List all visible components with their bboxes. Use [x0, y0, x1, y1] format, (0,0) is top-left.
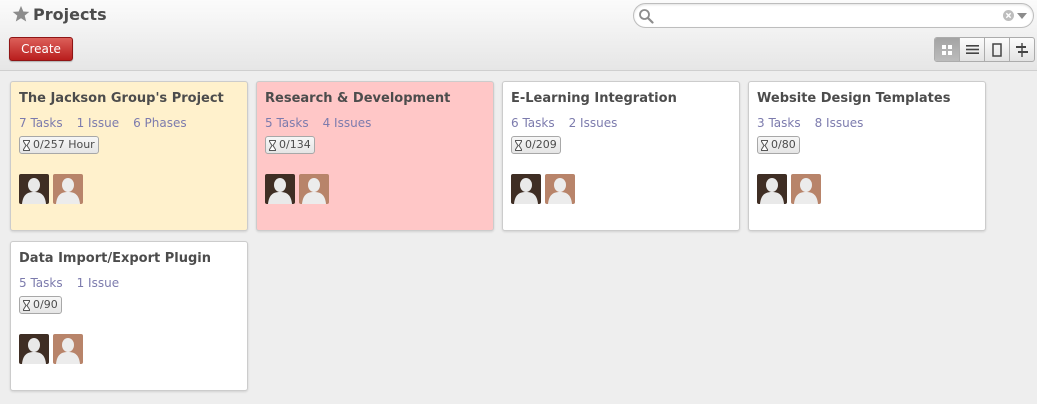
- project-name[interactable]: Data Import/Export Plugin: [19, 250, 211, 268]
- project-links: 6 Tasks 2 Issues: [511, 115, 631, 131]
- user-silhouette-icon: [19, 174, 49, 204]
- hours-value: 0/90: [33, 298, 58, 311]
- project-link[interactable]: 6 Phases: [133, 116, 187, 130]
- search-icon: [639, 9, 654, 24]
- star-icon[interactable]: [12, 5, 30, 23]
- search-box[interactable]: [633, 3, 1034, 28]
- create-button[interactable]: Create: [9, 37, 73, 61]
- avatar[interactable]: [19, 174, 49, 204]
- gantt-view-button[interactable]: [1009, 38, 1034, 61]
- form-icon: [992, 42, 1002, 57]
- project-link[interactable]: 4 Issues: [323, 116, 372, 130]
- avatar[interactable]: [53, 334, 83, 364]
- user-silhouette-icon: [791, 174, 821, 204]
- list-icon: [965, 45, 979, 54]
- project-card[interactable]: E-Learning Integration 6 Tasks 2 Issues 0…: [502, 81, 740, 231]
- avatar[interactable]: [545, 174, 575, 204]
- hours-value: 0/209: [525, 138, 557, 151]
- user-silhouette-icon: [545, 174, 575, 204]
- project-card[interactable]: Research & Development 5 Tasks 4 Issues 0…: [256, 81, 494, 231]
- project-link[interactable]: 5 Tasks: [265, 116, 309, 130]
- project-name[interactable]: Website Design Templates: [757, 90, 950, 108]
- user-silhouette-icon: [53, 334, 83, 364]
- project-name[interactable]: E-Learning Integration: [511, 90, 677, 108]
- kanban-icon: [942, 44, 952, 55]
- project-card[interactable]: The Jackson Group's Project 7 Tasks 1 Iss…: [10, 81, 248, 231]
- hours-value: 0/257 Hour: [33, 138, 95, 151]
- project-links: 5 Tasks 1 Issue: [19, 275, 133, 291]
- hours-badge: 0/134: [265, 136, 315, 154]
- project-members: [19, 174, 87, 204]
- project-name[interactable]: The Jackson Group's Project: [19, 90, 224, 108]
- clear-search-icon[interactable]: [1003, 10, 1014, 21]
- hourglass-icon: [761, 139, 768, 151]
- project-link[interactable]: 6 Tasks: [511, 116, 555, 130]
- form-view-button[interactable]: [984, 38, 1009, 61]
- avatar[interactable]: [53, 174, 83, 204]
- project-link[interactable]: 7 Tasks: [19, 116, 63, 130]
- avatar[interactable]: [265, 174, 295, 204]
- hours-badge: 0/257 Hour: [19, 136, 99, 154]
- hours-value: 0/80: [771, 138, 796, 151]
- project-members: [757, 174, 825, 204]
- hours-value: 0/134: [279, 138, 311, 151]
- hourglass-icon: [269, 139, 276, 151]
- project-link[interactable]: 2 Issues: [569, 116, 618, 130]
- project-card[interactable]: Website Design Templates 3 Tasks 8 Issues…: [748, 81, 986, 231]
- list-view-button[interactable]: [959, 38, 984, 61]
- project-members: [511, 174, 579, 204]
- project-link[interactable]: 5 Tasks: [19, 276, 63, 290]
- project-link[interactable]: 1 Issue: [77, 116, 119, 130]
- hourglass-icon: [23, 299, 30, 311]
- search-input[interactable]: [656, 7, 996, 25]
- avatar[interactable]: [299, 174, 329, 204]
- project-members: [19, 334, 87, 364]
- page-title: Projects: [33, 5, 107, 24]
- user-silhouette-icon: [19, 334, 49, 364]
- hours-badge: 0/209: [511, 136, 561, 154]
- project-links: 3 Tasks 8 Issues: [757, 115, 877, 131]
- kanban-view-button[interactable]: [935, 38, 959, 61]
- project-link[interactable]: 8 Issues: [815, 116, 864, 130]
- project-card[interactable]: Data Import/Export Plugin 5 Tasks 1 Issue…: [10, 241, 248, 391]
- view-switcher: [934, 37, 1035, 62]
- avatar[interactable]: [791, 174, 821, 204]
- user-silhouette-icon: [265, 174, 295, 204]
- project-name[interactable]: Research & Development: [265, 90, 450, 108]
- gantt-icon: [1016, 42, 1028, 57]
- avatar[interactable]: [19, 334, 49, 364]
- user-silhouette-icon: [299, 174, 329, 204]
- project-links: 5 Tasks 4 Issues: [265, 115, 385, 131]
- hours-badge: 0/90: [19, 296, 62, 314]
- project-members: [265, 174, 333, 204]
- hourglass-icon: [23, 139, 30, 151]
- project-link[interactable]: 1 Issue: [77, 276, 119, 290]
- user-silhouette-icon: [757, 174, 787, 204]
- project-links: 7 Tasks 1 Issue 6 Phases: [19, 115, 201, 131]
- avatar[interactable]: [511, 174, 541, 204]
- user-silhouette-icon: [53, 174, 83, 204]
- top-bar: Projects Create: [0, 0, 1037, 71]
- hours-badge: 0/80: [757, 136, 800, 154]
- avatar[interactable]: [757, 174, 787, 204]
- hourglass-icon: [515, 139, 522, 151]
- search-options-dropdown-icon[interactable]: [1017, 12, 1027, 20]
- user-silhouette-icon: [511, 174, 541, 204]
- project-link[interactable]: 3 Tasks: [757, 116, 801, 130]
